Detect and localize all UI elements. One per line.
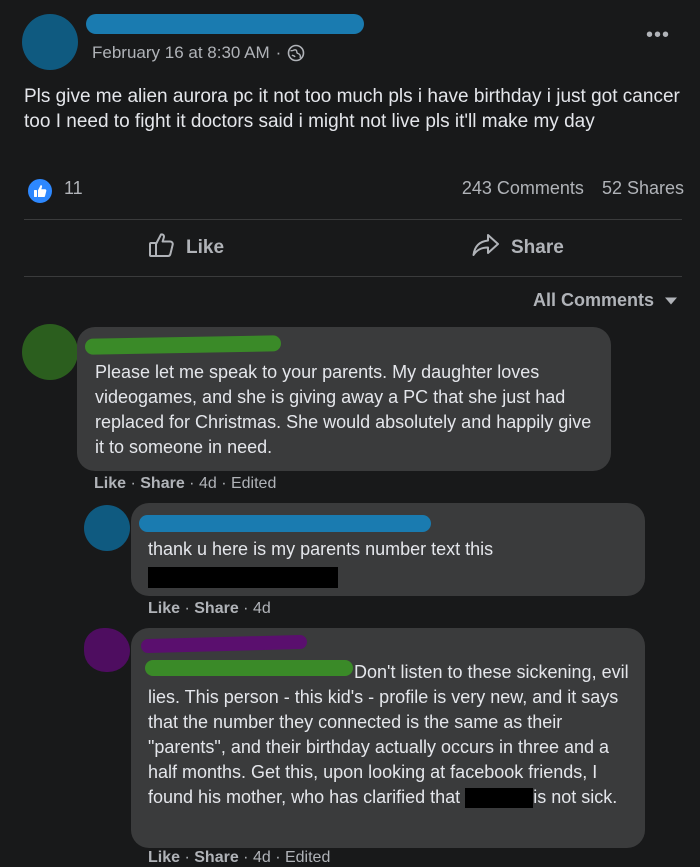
post-header: February 16 at 8:30 AM · ••• [0, 0, 700, 80]
comment-like-link[interactable]: Like [148, 849, 180, 866]
comment-actions: Like · Share · 4d · Edited [94, 475, 277, 492]
comment-bubble: Please let me speak to your parents. My … [77, 327, 611, 471]
comment-like-link[interactable]: Like [94, 475, 126, 492]
comments-filter-label: All Comments [532, 290, 654, 310]
comment-time[interactable]: 4d [199, 475, 217, 492]
comment-edited: Edited [284, 849, 331, 866]
share-button[interactable]: Share [471, 234, 564, 262]
comment-actions: Like · Share · 4d · Edited [148, 849, 331, 866]
share-button-label: Share [511, 237, 564, 258]
meta-separator: · [275, 43, 282, 62]
share-arrow-icon [471, 232, 501, 264]
more-options-icon[interactable]: ••• [646, 25, 670, 45]
globe-icon [287, 44, 305, 62]
avatar[interactable] [84, 505, 130, 551]
comments-filter-dropdown[interactable]: All Comments [533, 290, 678, 311]
redacted-commenter-name [139, 515, 431, 532]
comment-text: Please let me speak to your parents. My … [95, 362, 592, 457]
engagement-counts: 243 Comments 52 Shares [462, 178, 684, 199]
redacted-author-name [86, 14, 364, 34]
thumbs-up-icon[interactable] [26, 177, 54, 205]
divider [24, 219, 682, 220]
comment-share-link[interactable]: Share [140, 475, 184, 492]
divider [24, 276, 682, 277]
post-date[interactable]: February 16 at 8:30 AM [92, 43, 270, 63]
avatar[interactable] [84, 628, 130, 672]
redacted-commenter-name [84, 335, 282, 355]
comment-share-link[interactable]: Share [194, 849, 238, 866]
comment-actions: Like · Share · 4d [148, 600, 271, 617]
comment-share-link[interactable]: Share [194, 600, 238, 617]
post-text: Pls give me alien aurora pc it not too m… [24, 86, 680, 132]
caret-down-icon [664, 290, 678, 311]
like-button-label: Like [186, 237, 225, 258]
comment-text: thank u here is my parents number text t… [148, 539, 494, 559]
comment-text: Don't listen to these sickening, evil li… [148, 662, 629, 809]
post-meta: February 16 at 8:30 AM · [92, 43, 305, 63]
shares-count[interactable]: 52 Shares [602, 178, 684, 198]
comments-count[interactable]: 243 Comments [462, 178, 584, 198]
avatar[interactable] [22, 324, 78, 380]
redacted-phone-number [148, 567, 338, 588]
comment-body: Please let me speak to your parents. My … [95, 360, 595, 460]
redacted-name [465, 788, 534, 809]
comment-body: Don't listen to these sickening, evil li… [148, 660, 634, 810]
comment-bubble: Don't listen to these sickening, evil li… [131, 628, 645, 848]
avatar[interactable] [22, 14, 78, 70]
redacted-commenter-name [140, 634, 308, 654]
comment-like-link[interactable]: Like [148, 600, 180, 617]
comment-body: thank u here is my parents number text t… [148, 537, 628, 588]
comment-bubble: thank u here is my parents number text t… [131, 503, 645, 596]
like-icon [148, 232, 176, 264]
reactions-row: 11 243 Comments 52 Shares [24, 176, 684, 205]
comment-time[interactable]: 4d [253, 600, 271, 617]
comment-time[interactable]: 4d [253, 849, 271, 866]
like-button[interactable]: Like [148, 232, 225, 264]
comment-edited: Edited [230, 475, 277, 492]
reaction-count[interactable]: 11 [64, 178, 83, 199]
